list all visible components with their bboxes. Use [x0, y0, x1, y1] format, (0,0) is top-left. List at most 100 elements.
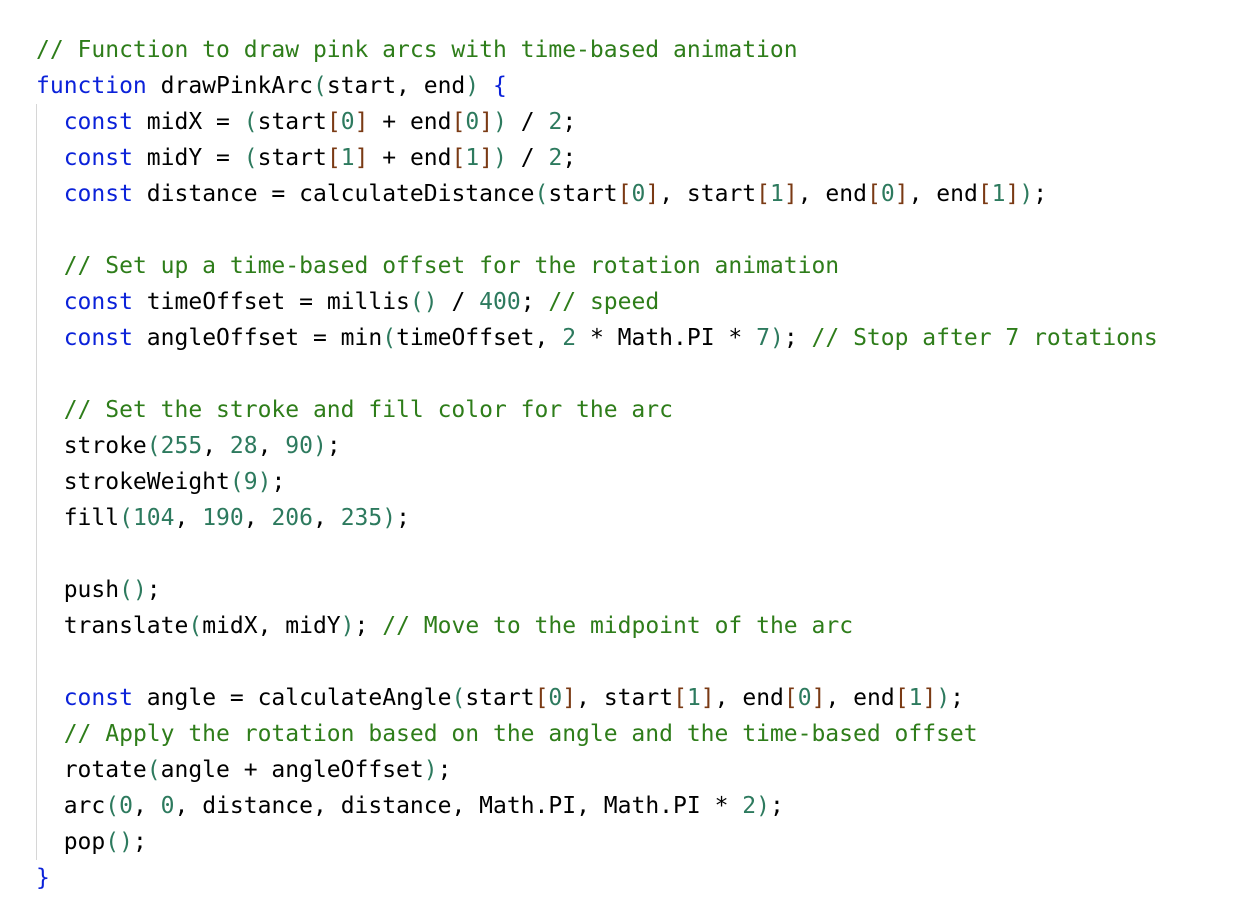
- code-token: ]: [1005, 181, 1020, 207]
- code-token: 0: [548, 685, 563, 711]
- code-line: rotate(angle + angleOffset);: [36, 752, 1158, 788]
- code-token: ,: [313, 505, 341, 531]
- code-token: start: [257, 145, 327, 171]
- code-token: // Stop after 7 rotations: [811, 325, 1158, 351]
- code-token: 0: [119, 793, 133, 819]
- code-token: ;: [146, 577, 161, 603]
- code-token: const: [63, 109, 133, 135]
- code-token: // Set up a time-based offset for the ro…: [63, 253, 840, 279]
- code-token: timeOffset = millis: [132, 289, 410, 315]
- code-line: // Set the stroke and fill color for the…: [36, 392, 1158, 428]
- code-token: (: [146, 757, 161, 783]
- code-token: 235: [340, 505, 383, 531]
- code-token: , distance, distance, Math.PI, Math.PI *: [174, 793, 743, 819]
- code-token: * Math.PI *: [576, 325, 757, 351]
- code-token: ,: [132, 793, 161, 819]
- code-token: [: [894, 685, 909, 711]
- code-token: ;: [562, 145, 577, 171]
- code-token: {: [493, 73, 507, 99]
- code-token: [: [326, 145, 341, 171]
- code-token: angle + angleOffset: [160, 757, 424, 783]
- code-line: const angleOffset = min(timeOffset, 2 * …: [36, 320, 1158, 356]
- code-token: ;: [769, 793, 784, 819]
- code-token: ;: [396, 505, 410, 531]
- code-token: const: [63, 145, 133, 171]
- code-token: fill: [36, 505, 120, 531]
- code-token: (: [146, 433, 161, 459]
- code-token: (): [105, 829, 133, 855]
- code-line: function drawPinkArc(start, end) {: [36, 68, 1158, 104]
- code-token: ;: [520, 289, 549, 315]
- code-token: ;: [354, 613, 383, 639]
- code-token: ,: [243, 505, 272, 531]
- code-token: ;: [326, 433, 341, 459]
- code-token: midY =: [132, 145, 244, 171]
- code-token: strokeWeight: [36, 469, 230, 495]
- code-token: const: [63, 289, 133, 315]
- code-token: 7: [756, 325, 770, 351]
- code-token: (: [105, 793, 120, 819]
- code-token: ): [936, 685, 951, 711]
- code-line: stroke(255, 28, 90);: [36, 428, 1158, 464]
- code-token: // Move to the midpoint of the arc: [382, 613, 854, 639]
- code-token: ): [769, 325, 784, 351]
- code-token: 28: [229, 433, 258, 459]
- code-token: (: [382, 325, 397, 351]
- code-editor[interactable]: // Function to draw pink arcs with time-…: [0, 0, 1250, 908]
- code-token: ,: [257, 433, 286, 459]
- code-token: const: [63, 325, 133, 351]
- code-token: (: [312, 73, 327, 99]
- code-token: , start: [659, 181, 757, 207]
- code-token: start: [548, 181, 618, 207]
- code-line: arc(0, 0, distance, distance, Math.PI, M…: [36, 788, 1158, 824]
- code-token: midX =: [132, 109, 244, 135]
- code-token: [: [617, 181, 632, 207]
- code-line: push();: [36, 572, 1158, 608]
- code-token: ]: [894, 181, 909, 207]
- code-token: 2: [548, 145, 563, 171]
- code-token: 0: [880, 181, 895, 207]
- code-token: /: [506, 145, 549, 171]
- code-token: + end: [368, 145, 452, 171]
- code-token: const: [63, 685, 133, 711]
- code-line: const timeOffset = millis() / 400; // sp…: [36, 284, 1158, 320]
- code-token: pop: [36, 829, 106, 855]
- code-token: ;: [271, 469, 286, 495]
- code-token: ): [382, 505, 397, 531]
- code-token: /: [506, 109, 549, 135]
- code-token: const: [63, 181, 133, 207]
- code-line: }: [36, 860, 1158, 896]
- code-token: ]: [354, 109, 369, 135]
- code-token: [: [783, 685, 798, 711]
- code-token: ;: [783, 325, 812, 351]
- code-token: rotate: [36, 757, 147, 783]
- code-line: translate(midX, midY); // Move to the mi…: [36, 608, 1158, 644]
- code-token: [: [756, 181, 771, 207]
- code-token: drawPinkArc: [146, 73, 313, 99]
- code-token: [: [451, 109, 466, 135]
- code-token: 2: [562, 325, 577, 351]
- code-token: 255: [160, 433, 203, 459]
- code-block[interactable]: // Function to draw pink arcs with time-…: [36, 32, 1158, 896]
- code-line: const angle = calculateAngle(start[0], s…: [36, 680, 1158, 716]
- code-token: ): [465, 73, 480, 99]
- code-line: // Function to draw pink arcs with time-…: [36, 32, 1158, 68]
- code-token: ;: [1033, 181, 1048, 207]
- code-token: [: [866, 181, 881, 207]
- code-token: ]: [562, 685, 577, 711]
- code-token: [: [326, 109, 341, 135]
- code-token: ]: [811, 685, 826, 711]
- code-token: ): [313, 433, 327, 459]
- code-token: ): [756, 793, 770, 819]
- code-token: ]: [783, 181, 798, 207]
- code-token: ,: [174, 505, 203, 531]
- code-line: strokeWeight(9);: [36, 464, 1158, 500]
